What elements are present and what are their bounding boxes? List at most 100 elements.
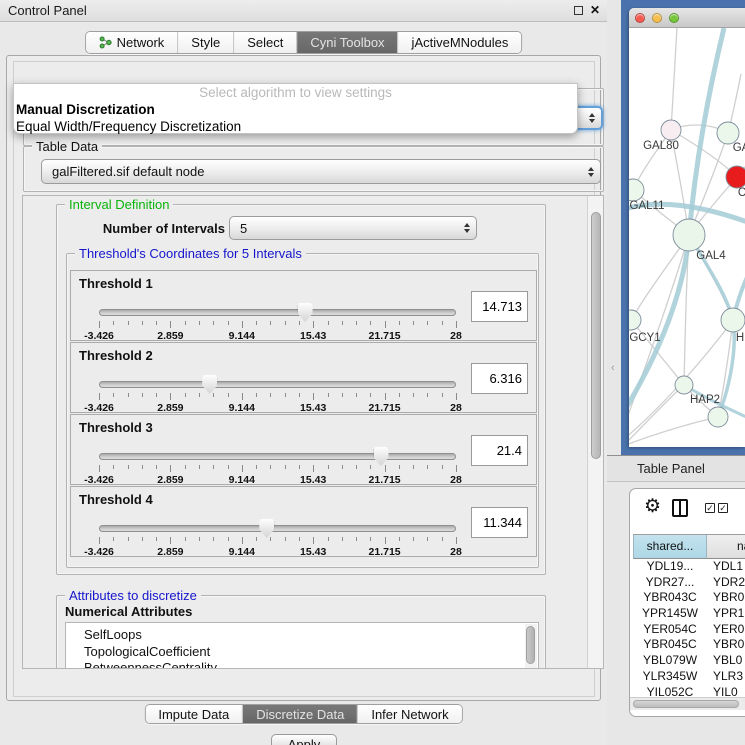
tab-network[interactable]: Network [86, 32, 178, 53]
network-node-label[interactable]: GA [733, 142, 745, 154]
network-graph[interactable]: GAL80 GA C GAL11 GAL4 GCY1 H HAP2 [629, 28, 745, 447]
tick-mark [270, 393, 271, 397]
mode-tab-impute-data[interactable]: Impute Data [145, 705, 242, 723]
network-node-label[interactable]: HAP2 [690, 394, 720, 406]
window-float-icon[interactable] [574, 6, 583, 15]
attribute-item-topologicalcoefficient[interactable]: TopologicalCoefficient [84, 644, 538, 661]
threshold-value-field[interactable]: 14.713 [471, 291, 528, 322]
network-node-ga[interactable] [717, 122, 739, 144]
mode-tab-discretize-data[interactable]: Discretize Data [242, 705, 357, 723]
dropdown-option-manual-discretization[interactable]: Manual Discretization [14, 101, 577, 118]
network-window-titlebar[interactable] [629, 8, 745, 28]
attribute-item-betweennesscentrality[interactable]: BetweennessCentrality [84, 660, 538, 669]
network-node-label[interactable]: C [738, 187, 745, 199]
tick-mark [156, 465, 157, 469]
slider-thumb[interactable] [298, 303, 313, 322]
table-horizontal-scrollbar[interactable] [630, 697, 745, 710]
network-view-window[interactable]: GAL80 GA C GAL11 GAL4 GCY1 H HAP2 [629, 8, 745, 447]
tick-mark [256, 465, 257, 469]
dropdown-option-equal-width-frequency-discretization[interactable]: Equal Width/Frequency Discretization [14, 118, 577, 135]
slider-thumb[interactable] [259, 519, 274, 538]
table-row[interactable]: YDL19...YDL1 [633, 559, 745, 575]
mode-tab-infer-network[interactable]: Infer Network [357, 705, 461, 723]
tab-style[interactable]: Style [177, 32, 233, 53]
tick-mark [413, 465, 414, 469]
mode-tab-label: Impute Data [158, 707, 229, 722]
table-row[interactable]: YBR043CYBR0 [633, 590, 745, 606]
gear-icon[interactable]: ⚙ [644, 495, 661, 518]
cell-shared-name: YDR27... [633, 575, 707, 591]
settings-scroll-area: Interval Definition Number of Intervals … [22, 195, 604, 669]
slider-thumb[interactable] [374, 447, 389, 466]
tick-mark [385, 465, 386, 472]
settings-scroll-thumb[interactable] [591, 212, 601, 459]
minimize-traffic-light[interactable] [652, 13, 662, 23]
network-node[interactable] [708, 407, 728, 427]
apply-button[interactable]: Apply [271, 734, 337, 745]
network-node-label[interactable]: GAL11 [630, 200, 665, 212]
attribute-item-selfloops[interactable]: SelfLoops [84, 627, 538, 644]
attributes-group: Attributes to discretize Numerical Attri… [56, 595, 546, 669]
table-toolbar: ⚙ [630, 489, 745, 534]
network-node-label[interactable]: GAL80 [643, 140, 679, 152]
table-row[interactable]: YDR27...YDR2 [633, 575, 745, 591]
tick-mark [427, 393, 428, 397]
tick-mark [270, 321, 271, 325]
threshold-label: Threshold 1 [79, 276, 153, 291]
slider-track[interactable] [99, 453, 456, 460]
column-header-na[interactable]: na [707, 535, 745, 559]
control-panel-tab-bar: NetworkStyleSelectCyni ToolboxjActiveMNo… [85, 31, 523, 54]
settings-scrollbar[interactable] [587, 196, 603, 668]
attributes-list-scroll-thumb[interactable] [526, 626, 535, 664]
checkbox-icon[interactable] [718, 503, 728, 513]
attributes-list-scrollbar[interactable] [525, 624, 537, 669]
tab-cyni-toolbox[interactable]: Cyni Toolbox [296, 32, 397, 53]
numerical-attributes-list[interactable]: SelfLoopsTopologicalCoefficientBetweenne… [65, 622, 539, 669]
network-node-label[interactable]: GAL4 [696, 250, 726, 262]
table-row[interactable]: YER054CYER0 [633, 622, 745, 638]
tick-mark [356, 393, 357, 397]
table-scroll-thumb[interactable] [633, 700, 739, 708]
tick-mark [328, 321, 329, 325]
tick-mark [385, 537, 386, 544]
zoom-traffic-light[interactable] [669, 13, 679, 23]
checkbox-icon[interactable] [705, 503, 715, 513]
slider-thumb[interactable] [202, 375, 217, 394]
threshold-value-field[interactable]: 6.316 [471, 363, 528, 394]
tick-mark [313, 537, 314, 544]
network-node-c[interactable] [726, 166, 745, 188]
column-header-shared-[interactable]: shared... [633, 535, 707, 559]
tab-jactivemnodules[interactable]: jActiveMNodules [398, 32, 522, 53]
window-close-icon[interactable]: ✕ [590, 3, 600, 17]
threshold-value-field[interactable]: 11.344 [471, 507, 528, 538]
table-row[interactable]: YLR345WYLR3 [633, 669, 745, 685]
network-node-hap2[interactable] [675, 376, 693, 394]
tick-mark [427, 465, 428, 469]
algorithm-dropdown-popup: Select algorithm to view settings Manual… [13, 83, 578, 134]
network-node-h[interactable] [721, 308, 745, 332]
slider-track[interactable] [99, 525, 456, 532]
table-row[interactable]: YBR045CYBR0 [633, 637, 745, 653]
network-node-label[interactable]: GCY1 [629, 332, 660, 344]
network-node-label[interactable]: H [736, 332, 744, 344]
network-node-gal80[interactable] [661, 120, 681, 140]
table-row[interactable]: YBL079WYBL0 [633, 653, 745, 669]
tab-select[interactable]: Select [233, 32, 296, 53]
threshold-value-field[interactable]: 21.4 [471, 435, 528, 466]
network-node-gcy1[interactable] [629, 310, 641, 330]
tick-mark [399, 537, 400, 541]
tick-mark [128, 393, 129, 397]
slider-track[interactable] [99, 309, 456, 316]
cell-shared-name: YBL079W [633, 653, 707, 669]
panel-collapse-icon[interactable]: ‹ [611, 362, 615, 374]
number-of-intervals-select[interactable]: 5 [229, 216, 477, 240]
tick-mark [213, 393, 214, 397]
tick-mark [113, 393, 114, 397]
slider-track[interactable] [99, 381, 456, 388]
network-node-gal4[interactable] [673, 219, 705, 251]
table-data-select[interactable]: galFiltered.sif default node [41, 159, 601, 184]
split-column-icon[interactable] [672, 499, 688, 517]
close-traffic-light[interactable] [635, 13, 645, 23]
table-row[interactable]: YPR145WYPR1 [633, 606, 745, 622]
network-canvas[interactable]: GAL80 GA C GAL11 GAL4 GCY1 H HAP2 [629, 28, 745, 447]
